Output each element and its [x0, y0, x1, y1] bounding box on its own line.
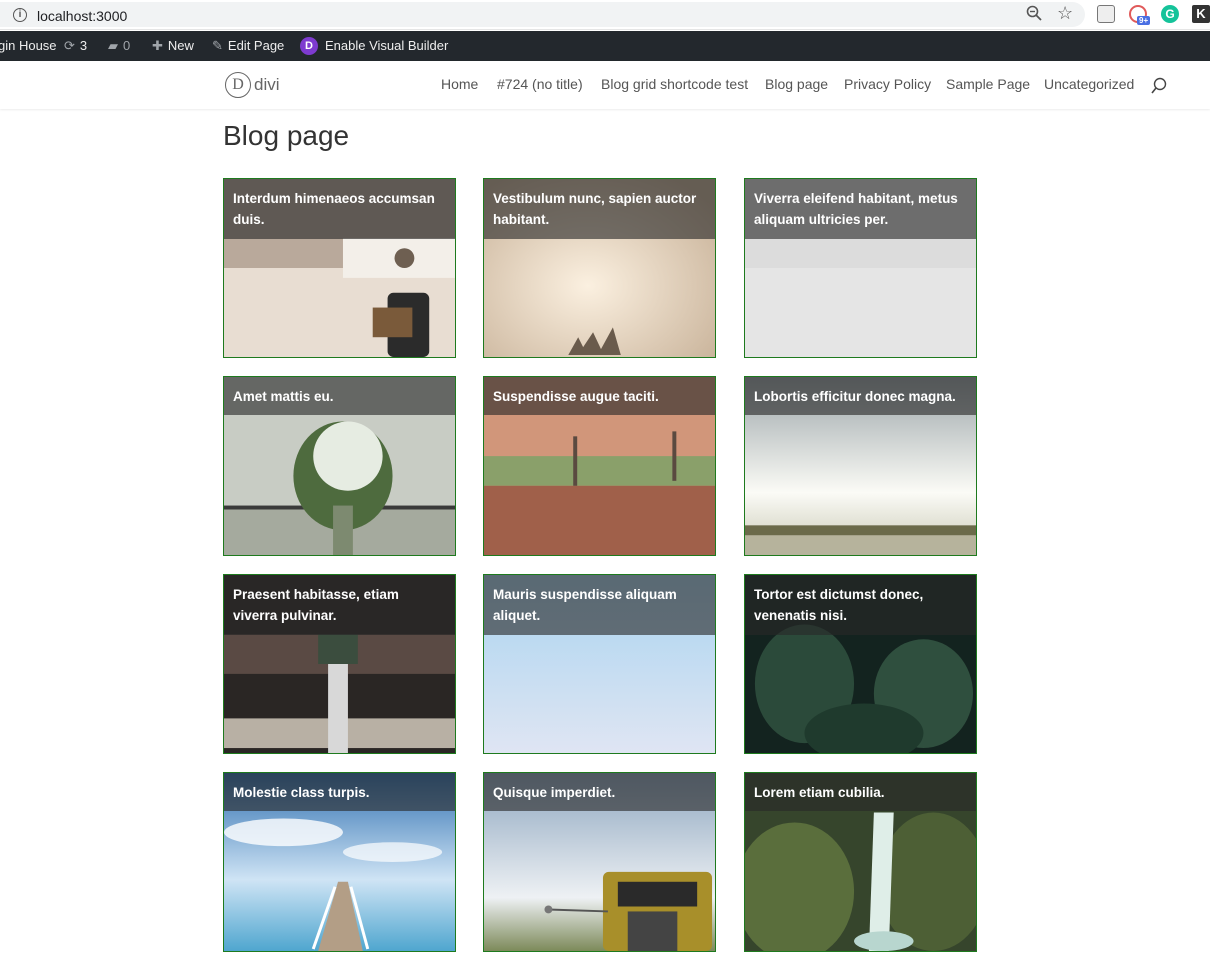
post-title[interactable]: Praesent habitasse, etiam viverra pulvin…	[224, 575, 455, 635]
post-title[interactable]: Quisque imperdiet.	[484, 773, 715, 811]
admin-bar-updates[interactable]: ⟳ 3	[64, 31, 87, 61]
comments-icon: ▰	[108, 38, 118, 53]
nav-item-uncategorized[interactable]: Uncategorized	[1044, 76, 1134, 92]
bookmark-star-icon[interactable]: ☆	[1057, 3, 1073, 23]
admin-bar-site-name[interactable]: gin House	[0, 31, 57, 61]
blog-card[interactable]: Mauris suspendisse aliquam aliquet.	[483, 574, 716, 754]
extension-icon[interactable]	[1097, 5, 1115, 23]
k-extension-icon[interactable]: K	[1192, 5, 1210, 23]
nav-item-blog-grid-shortcode-test[interactable]: Blog grid shortcode test	[601, 76, 748, 92]
new-label: New	[167, 38, 194, 53]
post-title[interactable]: Vestibulum nunc, sapien auctor habitant.	[484, 179, 715, 239]
admin-bar-visual-builder[interactable]: D Enable Visual Builder	[300, 31, 448, 61]
browser-toolbar: i localhost:3000 ☆ 9+ G K	[0, 0, 1210, 30]
admin-bar-edit-page[interactable]: ✎ Edit Page	[212, 31, 284, 61]
blog-card[interactable]: Amet mattis eu.	[223, 376, 456, 556]
grammarly-icon[interactable]: G	[1161, 5, 1179, 23]
blog-card[interactable]: Tortor est dictumst donec, venenatis nis…	[744, 574, 977, 754]
url-text[interactable]: localhost:3000	[37, 8, 127, 24]
post-title[interactable]: Mauris suspendisse aliquam aliquet.	[484, 575, 715, 635]
pencil-icon: ✎	[212, 38, 223, 53]
site-header: Ddivi Home #724 (no title) Blog grid sho…	[0, 61, 1210, 109]
blog-card[interactable]: Molestie class turpis.	[223, 772, 456, 952]
blog-card[interactable]: Interdum himenaeos accumsan duis.	[223, 178, 456, 358]
blog-card[interactable]: Suspendisse augue taciti.	[483, 376, 716, 556]
admin-bar-comments[interactable]: ▰ 0	[108, 31, 130, 61]
post-title[interactable]: Viverra eleifend habitant, metus aliquam…	[745, 179, 976, 239]
admin-bar-new[interactable]: ✚ New	[152, 31, 194, 61]
nav-item-sample-page[interactable]: Sample Page	[946, 76, 1030, 92]
blog-card[interactable]: Praesent habitasse, etiam viverra pulvin…	[223, 574, 456, 754]
post-title[interactable]: Molestie class turpis.	[224, 773, 455, 811]
wp-admin-bar: gin House ⟳ 3 ▰ 0 ✚ New ✎ Edit Page D Enable …	[0, 31, 1210, 61]
nav-item-724[interactable]: #724 (no title)	[497, 76, 583, 92]
post-title[interactable]: Tortor est dictumst donec, venenatis nis…	[745, 575, 976, 635]
comments-count: 0	[123, 38, 131, 53]
visual-builder-label: Enable Visual Builder	[325, 38, 449, 53]
address-bar[interactable]: i localhost:3000	[0, 2, 1085, 27]
nav-item-blog-page[interactable]: Blog page	[765, 76, 828, 92]
info-icon[interactable]: i	[13, 8, 27, 22]
post-title[interactable]: Lorem etiam cubilia.	[745, 773, 976, 811]
updates-count: 3	[79, 38, 88, 53]
updates-icon: ⟳	[64, 38, 75, 53]
site-logo[interactable]: Ddivi	[225, 72, 280, 98]
blog-card[interactable]: Lorem etiam cubilia.	[744, 772, 977, 952]
edit-page-label: Edit Page	[227, 38, 285, 53]
blog-card[interactable]: Quisque imperdiet.	[483, 772, 716, 952]
blog-card[interactable]: Viverra eleifend habitant, metus aliquam…	[744, 178, 977, 358]
divi-icon: D	[300, 36, 318, 55]
plus-icon: ✚	[152, 38, 163, 53]
post-title[interactable]: Suspendisse augue taciti.	[484, 377, 715, 415]
blog-card[interactable]: Vestibulum nunc, sapien auctor habitant.	[483, 178, 716, 358]
extension-badge: 9+	[1137, 16, 1151, 25]
post-title[interactable]: Amet mattis eu.	[224, 377, 455, 415]
search-icon[interactable]	[1151, 77, 1167, 95]
blog-card[interactable]: Lobortis efficitur donec magna.	[744, 376, 977, 556]
post-title[interactable]: Interdum himenaeos accumsan duis.	[224, 179, 455, 239]
extension-badge-icon[interactable]: 9+	[1129, 5, 1151, 25]
post-title[interactable]: Lobortis efficitur donec magna.	[745, 377, 976, 415]
page-title: Blog page	[223, 120, 350, 151]
zoom-icon[interactable]	[1026, 5, 1042, 21]
logo-text: divi	[254, 75, 280, 94]
logo-mark: D	[225, 72, 251, 98]
nav-item-privacy-policy[interactable]: Privacy Policy	[844, 76, 931, 92]
nav-item-home[interactable]: Home	[441, 76, 478, 92]
